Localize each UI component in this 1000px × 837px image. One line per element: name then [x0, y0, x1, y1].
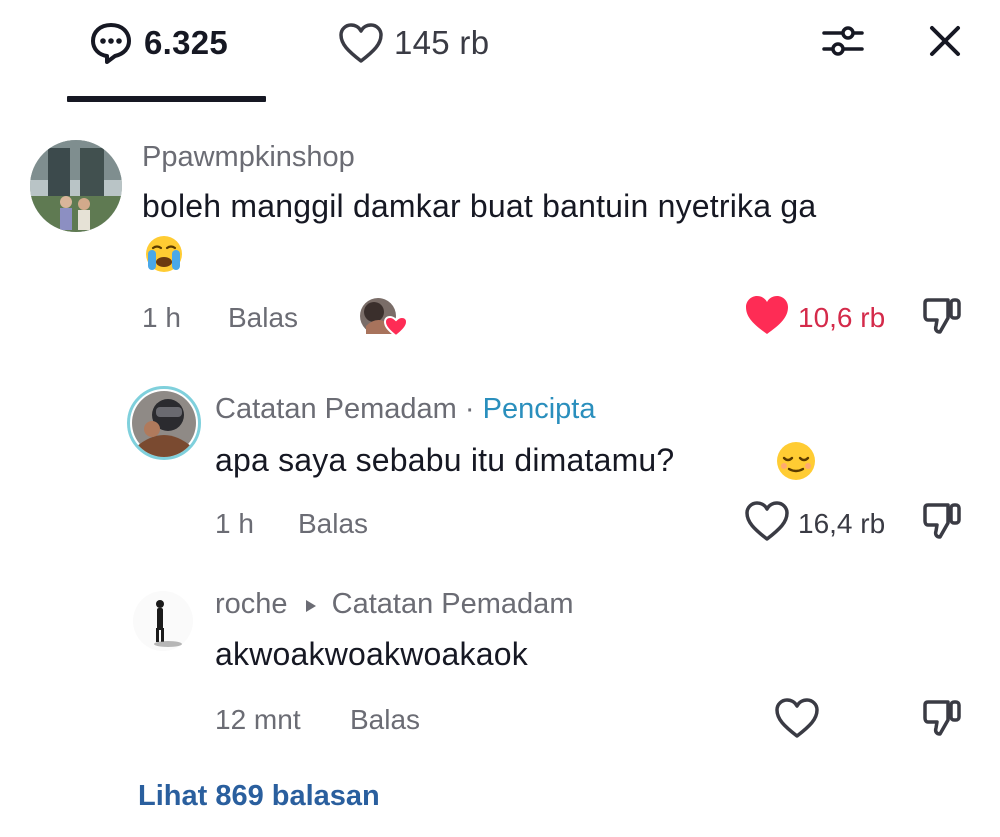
close-icon	[928, 24, 962, 63]
creator-liked-badge	[358, 296, 410, 338]
reply-time: 1 h	[215, 508, 254, 539]
heart-outline-icon	[338, 20, 384, 66]
filter-button[interactable]	[818, 18, 868, 68]
reply-button[interactable]: Balas	[350, 704, 420, 736]
tab-comments[interactable]: 6.325	[88, 18, 228, 68]
reply-username[interactable]: roche Catatan Pemadam	[215, 588, 573, 622]
heart-outline-icon	[744, 500, 790, 547]
comments-count: 6.325	[144, 24, 229, 61]
comments-header: 6.325 145 rb	[0, 0, 1000, 104]
like-button[interactable]: 16,4 rb	[744, 500, 885, 547]
like-count: 10,6 rb	[798, 301, 886, 333]
dislike-button[interactable]	[920, 500, 964, 544]
thumbs-down-icon	[922, 499, 962, 546]
reply-username-text: Catatan Pemadam	[215, 393, 457, 425]
sliders-icon	[820, 21, 866, 66]
avatar[interactable]	[127, 386, 201, 460]
tab-likes[interactable]: 145 rb	[338, 18, 489, 68]
likes-count: 145 rb	[394, 24, 490, 61]
reply-button[interactable]: Balas	[298, 508, 368, 540]
reply-button[interactable]: Balas	[228, 302, 298, 334]
comment-bubble-icon	[88, 20, 134, 66]
like-button[interactable]: 10,6 rb	[744, 294, 885, 341]
dislike-button[interactable]	[920, 697, 964, 741]
view-replies-link[interactable]: Lihat 869 balasan	[138, 780, 380, 813]
reply-username-text: roche	[215, 588, 288, 620]
like-button[interactable]	[774, 697, 820, 744]
active-tab-indicator	[67, 96, 266, 102]
thumbs-down-icon	[922, 294, 962, 341]
creator-badge: Pencipta	[482, 393, 596, 425]
relieved-face-emoji	[774, 440, 818, 487]
close-button[interactable]	[920, 18, 970, 68]
comment-text: boleh manggil damkar buat bantuin nyetri…	[142, 188, 817, 224]
heart-outline-icon	[774, 697, 820, 744]
dislike-button[interactable]	[920, 295, 964, 339]
reply-to-username[interactable]: Catatan Pemadam	[332, 588, 574, 620]
reply-text: apa saya sebabu itu dimatamu?	[215, 442, 675, 478]
reply-username[interactable]: Catatan Pemadam · Pencipta	[215, 393, 595, 426]
reply-arrow-icon	[304, 589, 318, 622]
comment-username[interactable]: Ppawmpkinshop	[142, 141, 355, 174]
separator-dot: ·	[464, 393, 475, 425]
avatar[interactable]	[132, 590, 194, 652]
reply-text: akwoakwoakwoakaok	[215, 636, 528, 672]
heart-filled-icon	[744, 294, 790, 341]
crying-face-emoji	[142, 234, 186, 279]
like-count: 16,4 rb	[798, 507, 886, 539]
avatar[interactable]	[30, 140, 122, 232]
thumbs-down-icon	[922, 696, 962, 743]
reply-time: 12 mnt	[215, 704, 301, 735]
comment-time: 1 h	[142, 302, 181, 333]
comments-panel: 6.325 145 rb Ppawmpkinshop boleh manggil…	[0, 0, 1000, 837]
